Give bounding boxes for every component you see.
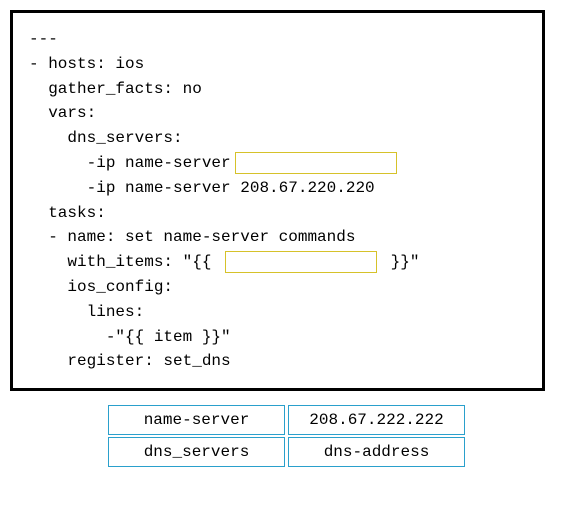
code-line: tasks: [29, 201, 526, 226]
option-row: dns_servers dns-address [108, 437, 465, 467]
code-line-with-blank: with_items: "{{ }}" [29, 250, 526, 275]
code-line: lines: [29, 300, 526, 325]
code-text: }}" [381, 253, 419, 271]
code-line: - hosts: ios [29, 52, 526, 77]
option-dns-address[interactable]: dns-address [288, 437, 465, 467]
blank-dropzone-1[interactable] [235, 152, 397, 174]
code-text: -ip name-server [29, 154, 231, 172]
option-name-server[interactable]: name-server [108, 405, 285, 435]
code-line: vars: [29, 101, 526, 126]
code-line: -ip name-server 208.67.220.220 [29, 176, 526, 201]
code-block: ---- hosts: ios gather_facts: no vars: d… [10, 10, 545, 391]
option-ip-address[interactable]: 208.67.222.222 [288, 405, 465, 435]
code-line: - name: set name-server commands [29, 225, 526, 250]
option-dns-servers[interactable]: dns_servers [108, 437, 285, 467]
code-text: with_items: "{{ [29, 253, 221, 271]
code-line: --- [29, 27, 526, 52]
option-row: name-server 208.67.222.222 [108, 405, 465, 435]
code-line-with-blank: -ip name-server [29, 151, 526, 176]
code-line: -"{{ item }}" [29, 325, 526, 350]
blank-dropzone-2[interactable] [225, 251, 377, 273]
code-line: register: set_dns [29, 349, 526, 374]
code-line: ios_config: [29, 275, 526, 300]
code-line: dns_servers: [29, 126, 526, 151]
code-line: gather_facts: no [29, 77, 526, 102]
answer-options: name-server 208.67.222.222 dns_servers d… [10, 405, 563, 467]
